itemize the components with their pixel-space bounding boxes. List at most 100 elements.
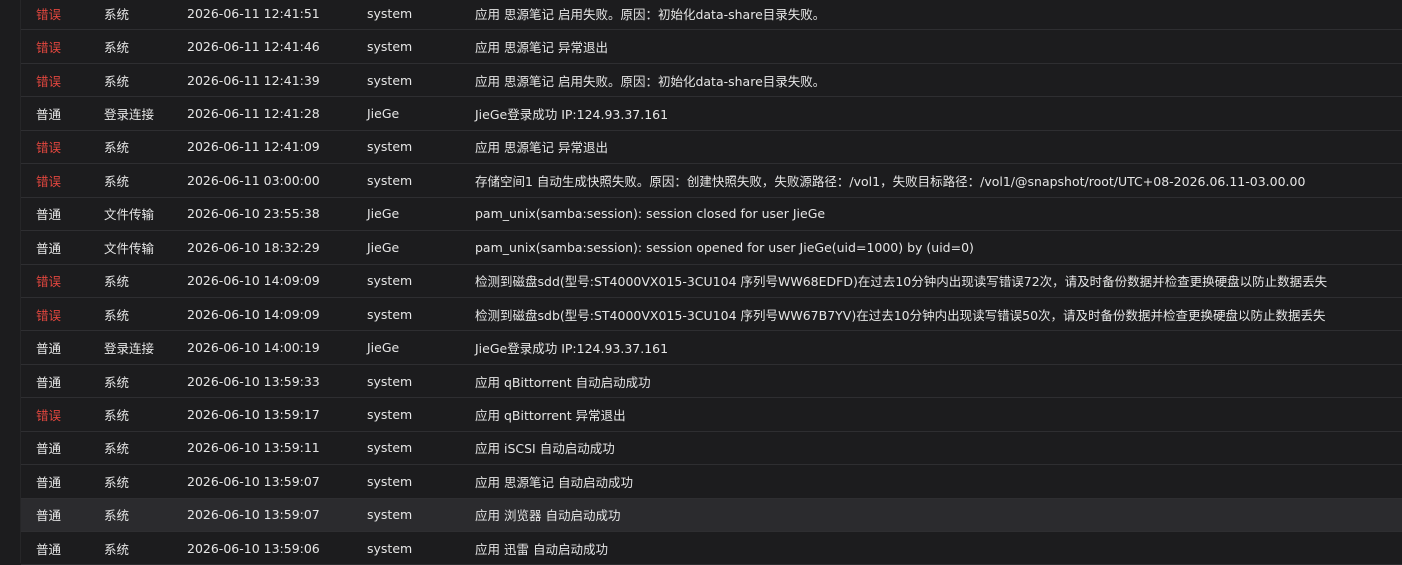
log-user: JieGe bbox=[367, 340, 400, 356]
log-user: system bbox=[367, 440, 413, 456]
table-row[interactable]: 错误 系统 2026-06-10 13:59:17 system 应用 qBit… bbox=[21, 398, 1402, 432]
table-row[interactable]: 错误 系统 2026-06-11 12:41:46 system 应用 思源笔记… bbox=[21, 30, 1402, 64]
table-row[interactable]: 普通 系统 2026-06-10 13:59:07 system 应用 思源笔记… bbox=[21, 465, 1402, 499]
log-type: 登录连接 bbox=[104, 107, 155, 123]
log-type: 登录连接 bbox=[104, 341, 155, 357]
log-message: 应用 思源笔记 启用失败。原因：初始化data-share目录失败。 bbox=[475, 6, 826, 22]
log-level: 错误 bbox=[36, 6, 62, 22]
log-type: 系统 bbox=[104, 508, 130, 524]
log-level: 普通 bbox=[36, 441, 62, 457]
log-user: system bbox=[367, 5, 413, 21]
log-message: 应用 qBittorrent 异常退出 bbox=[475, 407, 626, 423]
log-level: 错误 bbox=[36, 274, 62, 290]
log-level: 错误 bbox=[36, 40, 62, 56]
log-type: 文件传输 bbox=[104, 240, 155, 256]
log-type: 文件传输 bbox=[104, 207, 155, 223]
log-message: 应用 思源笔记 异常退出 bbox=[475, 40, 608, 56]
log-type: 系统 bbox=[104, 40, 130, 56]
log-level: 错误 bbox=[36, 73, 62, 89]
log-type: 系统 bbox=[104, 541, 130, 557]
table-row[interactable]: 错误 系统 2026-06-11 03:00:00 system 存储空间1 自… bbox=[21, 164, 1402, 198]
log-type: 系统 bbox=[104, 73, 130, 89]
log-type: 系统 bbox=[104, 6, 130, 22]
log-level: 错误 bbox=[36, 173, 62, 189]
log-level: 错误 bbox=[36, 307, 62, 323]
log-time: 2026-06-11 12:41:46 bbox=[187, 39, 320, 55]
table-row[interactable]: 错误 系统 2026-06-11 12:41:51 system 应用 思源笔记… bbox=[21, 0, 1402, 31]
log-message: 应用 浏览器 自动启动成功 bbox=[475, 508, 621, 524]
log-user: system bbox=[367, 473, 413, 489]
log-message: 存储空间1 自动生成快照失败。原因：创建快照失败，失败源路径：/vol1，失败目… bbox=[475, 173, 1306, 189]
table-row[interactable]: 普通 系统 2026-06-10 13:59:06 system 应用 迅雷 自… bbox=[21, 532, 1402, 565]
log-level: 普通 bbox=[36, 341, 62, 357]
log-message: 检测到磁盘sdd(型号:ST4000VX015-3CU104 序列号WW68ED… bbox=[475, 274, 1328, 290]
log-level: 普通 bbox=[36, 508, 62, 524]
log-user: system bbox=[367, 540, 413, 556]
log-time: 2026-06-10 13:59:11 bbox=[187, 440, 320, 456]
log-time: 2026-06-10 18:32:29 bbox=[187, 239, 320, 255]
table-row[interactable]: 普通 登录连接 2026-06-10 14:00:19 JieGe JieGe登… bbox=[21, 331, 1402, 365]
log-level: 普通 bbox=[36, 541, 62, 557]
log-time: 2026-06-10 23:55:38 bbox=[187, 206, 320, 222]
log-user: system bbox=[367, 72, 413, 88]
log-level: 错误 bbox=[36, 140, 62, 156]
log-time: 2026-06-11 12:41:28 bbox=[187, 106, 320, 122]
log-user: system bbox=[367, 39, 413, 55]
table-row[interactable]: 普通 系统 2026-06-10 13:59:33 system 应用 qBit… bbox=[21, 365, 1402, 399]
log-message: 检测到磁盘sdb(型号:ST4000VX015-3CU104 序列号WW67B7… bbox=[475, 307, 1326, 323]
log-type: 系统 bbox=[104, 140, 130, 156]
log-type: 系统 bbox=[104, 173, 130, 189]
log-type: 系统 bbox=[104, 407, 130, 423]
log-time: 2026-06-11 12:41:39 bbox=[187, 72, 320, 88]
log-time: 2026-06-10 13:59:07 bbox=[187, 507, 320, 523]
table-row[interactable]: 普通 文件传输 2026-06-10 18:32:29 JieGe pam_un… bbox=[21, 231, 1402, 265]
log-user: JieGe bbox=[367, 206, 400, 222]
log-level: 普通 bbox=[36, 474, 62, 490]
log-message: 应用 思源笔记 自动启动成功 bbox=[475, 474, 633, 490]
log-level: 普通 bbox=[36, 207, 62, 223]
table-row[interactable]: 错误 系统 2026-06-11 12:41:39 system 应用 思源笔记… bbox=[21, 64, 1402, 98]
table-row[interactable]: 错误 系统 2026-06-10 14:09:09 system 检测到磁盘sd… bbox=[21, 265, 1402, 298]
log-time: 2026-06-10 13:59:33 bbox=[187, 373, 320, 389]
log-type: 系统 bbox=[104, 307, 130, 323]
log-level: 普通 bbox=[36, 107, 62, 123]
log-time: 2026-06-11 12:41:51 bbox=[187, 5, 320, 21]
log-time: 2026-06-10 13:59:17 bbox=[187, 406, 320, 422]
log-level: 普通 bbox=[36, 240, 62, 256]
log-time: 2026-06-10 13:59:06 bbox=[187, 540, 320, 556]
log-message: 应用 思源笔记 异常退出 bbox=[475, 140, 608, 156]
log-user: JieGe bbox=[367, 239, 400, 255]
log-type: 系统 bbox=[104, 474, 130, 490]
log-type: 系统 bbox=[104, 374, 130, 390]
log-time: 2026-06-10 14:09:09 bbox=[187, 273, 320, 289]
log-level: 错误 bbox=[36, 407, 62, 423]
log-message: 应用 iSCSI 自动启动成功 bbox=[475, 441, 615, 457]
log-time: 2026-06-11 03:00:00 bbox=[187, 172, 320, 188]
log-message: pam_unix(samba:session): session closed … bbox=[475, 206, 826, 222]
log-time: 2026-06-11 12:41:09 bbox=[187, 139, 320, 155]
table-row[interactable]: 普通 登录连接 2026-06-11 12:41:28 JieGe JieGe登… bbox=[21, 97, 1402, 131]
log-user: system bbox=[367, 406, 413, 422]
log-user: system bbox=[367, 139, 413, 155]
log-message: 应用 迅雷 自动启动成功 bbox=[475, 541, 608, 557]
log-message: 应用 思源笔记 启用失败。原因：初始化data-share目录失败。 bbox=[475, 73, 826, 89]
table-row[interactable]: 错误 系统 2026-06-11 12:41:09 system 应用 思源笔记… bbox=[21, 131, 1402, 165]
log-message: pam_unix(samba:session): session opened … bbox=[475, 239, 974, 255]
log-message: JieGe登录成功 IP:124.93.37.161 bbox=[475, 341, 669, 357]
log-type: 系统 bbox=[104, 274, 130, 290]
log-user: system bbox=[367, 273, 413, 289]
log-user: system bbox=[367, 373, 413, 389]
log-user: JieGe bbox=[367, 106, 400, 122]
log-user: system bbox=[367, 507, 413, 523]
table-row[interactable]: 错误 系统 2026-06-10 14:09:09 system 检测到磁盘sd… bbox=[21, 298, 1402, 332]
table-row[interactable]: 普通 文件传输 2026-06-10 23:55:38 JieGe pam_un… bbox=[21, 198, 1402, 232]
log-time: 2026-06-10 13:59:07 bbox=[187, 473, 320, 489]
log-time: 2026-06-10 14:09:09 bbox=[187, 306, 320, 322]
log-level: 普通 bbox=[36, 374, 62, 390]
log-message: 应用 qBittorrent 自动启动成功 bbox=[475, 374, 651, 390]
log-user: system bbox=[367, 172, 413, 188]
log-message: JieGe登录成功 IP:124.93.37.161 bbox=[475, 107, 669, 123]
table-row[interactable]: 普通 系统 2026-06-10 13:59:11 system 应用 iSCS… bbox=[21, 432, 1402, 466]
log-user: system bbox=[367, 306, 413, 322]
table-row[interactable]: 普通 系统 2026-06-10 13:59:07 system 应用 浏览器 … bbox=[21, 498, 1402, 532]
